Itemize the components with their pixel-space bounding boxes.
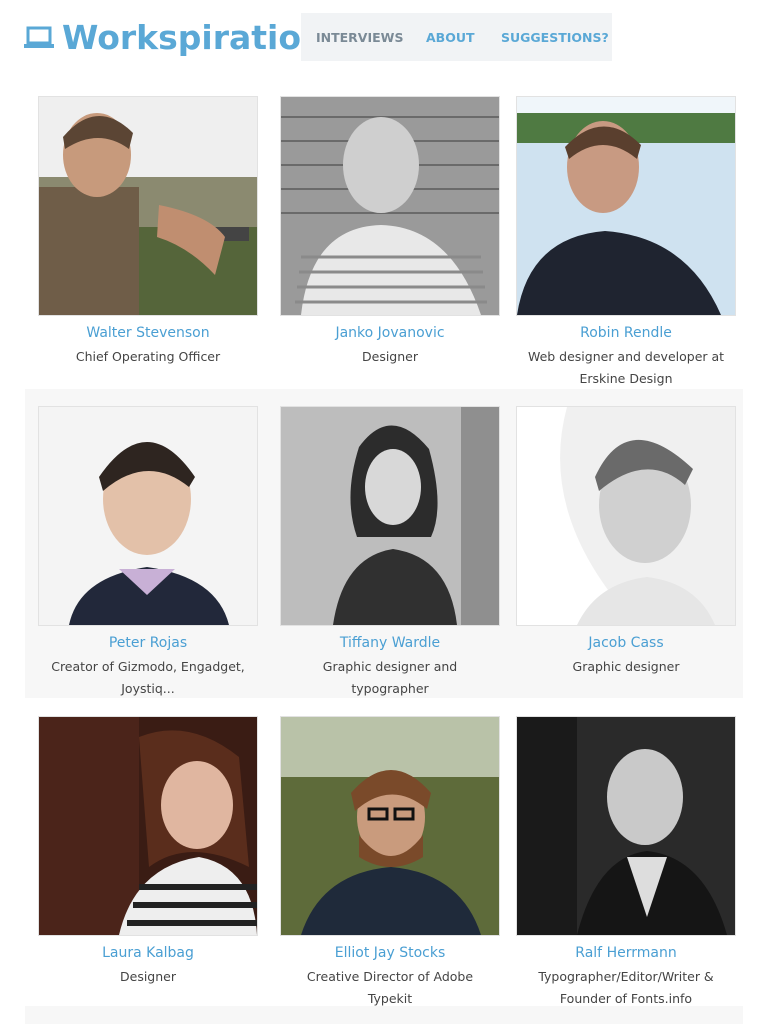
profile-photo[interactable] [516, 716, 736, 936]
person-name[interactable]: Robin Rendle [516, 325, 736, 341]
laptop-icon [24, 26, 54, 48]
profile-card[interactable]: Laura Kalbag Designer [38, 716, 258, 988]
main-nav: INTERVIEWS ABOUT SUGGESTIONS? [301, 13, 612, 61]
person-name[interactable]: Jacob Cass [516, 635, 736, 651]
person-name[interactable]: Laura Kalbag [38, 945, 258, 961]
profile-photo[interactable] [280, 716, 500, 936]
person-title: Chief Operating Officer [75, 349, 221, 364]
person-name[interactable]: Walter Stevenson [38, 325, 258, 341]
profile-photo[interactable] [38, 406, 258, 626]
site-header: Workspiration INTERVIEWS ABOUT SUGGESTIO… [0, 0, 774, 80]
profile-card[interactable]: Janko Jovanovic Designer [280, 96, 500, 368]
profile-photo[interactable] [38, 716, 258, 936]
profile-photo[interactable] [280, 406, 500, 626]
profile-card[interactable]: Jacob Cass Graphic designer [516, 406, 736, 678]
person-title: Typographer/Editor/Writer & Founder of F… [538, 969, 714, 1006]
profile-photo[interactable] [38, 96, 258, 316]
nav-suggestions[interactable]: SUGGESTIONS? [501, 30, 609, 45]
profile-card[interactable]: Robin Rendle Web designer and developer … [516, 96, 736, 390]
profile-card[interactable]: Elliot Jay Stocks Creative Director of A… [280, 716, 500, 1010]
profile-card[interactable]: Walter Stevenson Chief Operating Officer [38, 96, 258, 368]
person-name[interactable]: Ralf Herrmann [516, 945, 736, 961]
person-title: Graphic designer [572, 659, 680, 674]
person-name[interactable]: Tiffany Wardle [280, 635, 500, 651]
profile-card[interactable]: Ralf Herrmann Typographer/Editor/Writer … [516, 716, 736, 1010]
person-title: Designer [362, 349, 418, 364]
profile-photo[interactable] [280, 96, 500, 316]
person-name[interactable]: Janko Jovanovic [280, 325, 500, 341]
person-title: Web designer and developer at Erskine De… [527, 349, 725, 386]
profile-card[interactable]: Peter Rojas Creator of Gizmodo, Engadget… [38, 406, 258, 700]
nav-about[interactable]: ABOUT [426, 30, 475, 45]
person-name[interactable]: Peter Rojas [38, 635, 258, 651]
person-title: Designer [120, 969, 176, 984]
profile-photo[interactable] [516, 96, 736, 316]
nav-interviews[interactable]: INTERVIEWS [316, 30, 403, 45]
person-title: Graphic designer and typographer [322, 659, 458, 696]
profile-photo[interactable] [516, 406, 736, 626]
profile-card[interactable]: Tiffany Wardle Graphic designer and typo… [280, 406, 500, 700]
person-name[interactable]: Elliot Jay Stocks [280, 945, 500, 961]
person-title: Creator of Gizmodo, Engadget, Joystiq... [51, 659, 245, 696]
site-logo[interactable]: Workspiration [24, 16, 325, 58]
person-title: Creative Director of Adobe Typekit [306, 969, 474, 1006]
brand-name: Workspiration [62, 17, 325, 57]
